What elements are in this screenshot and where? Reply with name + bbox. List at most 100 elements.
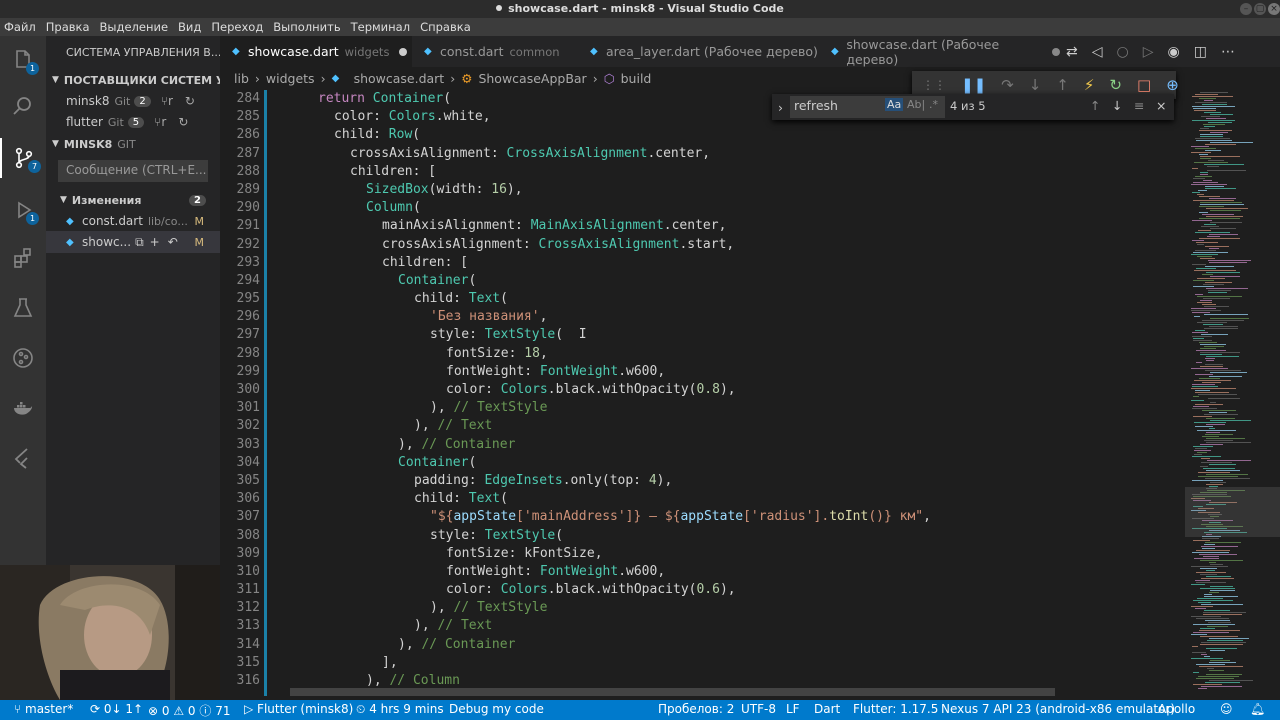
code-line[interactable]: color: Colors.black.withOpacity(0.6),: [270, 581, 1185, 599]
menu-file[interactable]: Файл: [4, 20, 36, 34]
regex-toggle[interactable]: .*: [929, 98, 938, 111]
open-changes-icon[interactable]: ⇄: [1066, 44, 1078, 60]
source-control-icon[interactable]: 7: [0, 138, 46, 178]
code-line[interactable]: children: [: [270, 254, 1185, 272]
breadcrumb-file[interactable]: showcase.dart: [354, 71, 445, 86]
changes-group[interactable]: ▼ Изменения 2: [46, 189, 220, 211]
branch-indicator[interactable]: ⑂ master*: [14, 702, 73, 716]
time-tracker[interactable]: ⏲ 4 hrs 9 mins: [356, 702, 444, 717]
horizontal-scrollbar[interactable]: [290, 688, 1055, 696]
menu-selection[interactable]: Выделение: [100, 20, 169, 34]
breadcrumb-method[interactable]: build: [621, 71, 652, 86]
code-line[interactable]: crossAxisAlignment: CrossAxisAlignment.c…: [270, 145, 1185, 163]
minimap[interactable]: [1185, 90, 1280, 696]
code-line[interactable]: child: Text(: [270, 290, 1185, 308]
menu-view[interactable]: Вид: [178, 20, 201, 34]
toggle-icon[interactable]: ○: [1117, 44, 1129, 60]
code-line[interactable]: Container(: [270, 454, 1185, 472]
tab-showcase-diff[interactable]: ◆ showcase.dart (Рабочее дерево): [819, 36, 1060, 67]
match-case-toggle[interactable]: Aa: [885, 98, 904, 111]
end-of-line[interactable]: LF: [786, 702, 800, 716]
docker-icon[interactable]: [0, 388, 46, 428]
code-line[interactable]: ), // TextStyle: [270, 399, 1185, 417]
split-editor-icon[interactable]: ◫: [1194, 44, 1207, 60]
step-over-icon[interactable]: ↷: [1001, 76, 1014, 94]
code-line[interactable]: ), // Container: [270, 636, 1185, 654]
provider-flutter[interactable]: flutter Git 5 ⑂r ↻: [46, 111, 220, 133]
code-line[interactable]: Container(: [270, 272, 1185, 290]
providers-section-header[interactable]: ▼ ПОСТАВЩИКИ СИСТЕМ УП...: [46, 69, 220, 91]
tab-showcase-dart[interactable]: ◆ showcase.dart widgets: [220, 36, 412, 67]
indentation[interactable]: Пробелов: 2: [658, 702, 734, 716]
code-line[interactable]: "${appState['mainAddress']} – ${appState…: [270, 508, 1185, 526]
next-match-icon[interactable]: ↓: [1112, 98, 1122, 113]
testing-icon[interactable]: [0, 288, 46, 328]
code-line[interactable]: style: TextStyle(: [270, 527, 1185, 545]
debug-mode[interactable]: Debug my code: [449, 702, 544, 716]
open-file-icon[interactable]: ⧉: [135, 235, 144, 250]
repo-section-header[interactable]: ▼ MINSK8 GIT: [46, 133, 220, 155]
stage-icon[interactable]: +: [150, 235, 160, 249]
previous-match-icon[interactable]: ↑: [1090, 98, 1100, 113]
search-icon[interactable]: [0, 86, 46, 126]
code-line[interactable]: SizedBox(width: 16),: [270, 181, 1185, 199]
run-debug-icon[interactable]: 1: [0, 190, 46, 230]
change-item[interactable]: ◆ const.dart lib/co... M: [46, 210, 220, 232]
menu-go[interactable]: Переход: [211, 20, 263, 34]
minimap-slider[interactable]: [1185, 487, 1280, 537]
code-line[interactable]: children: [: [270, 163, 1185, 181]
code-line[interactable]: ), // Text: [270, 417, 1185, 435]
menu-help[interactable]: Справка: [420, 20, 471, 34]
step-out-icon[interactable]: ↑: [1056, 76, 1069, 94]
flutter-version[interactable]: Flutter: 1.17.5: [853, 702, 938, 716]
apollo-status[interactable]: Apollo: [1158, 702, 1195, 716]
code-line[interactable]: mainAxisAlignment: MainAxisAlignment.cen…: [270, 217, 1185, 235]
code-line[interactable]: Column(: [270, 199, 1185, 217]
code-line[interactable]: fontWeight: FontWeight.w600,: [270, 363, 1185, 381]
code-line[interactable]: 'Без названия',: [270, 308, 1185, 326]
find-in-selection-icon[interactable]: ≡: [1134, 98, 1144, 113]
menu-run[interactable]: Выполнить: [273, 20, 340, 34]
git-graph-icon[interactable]: [0, 338, 46, 378]
inspect-icon[interactable]: ⊕: [1166, 76, 1179, 94]
tab-area-layer-diff[interactable]: ◆ area_layer.dart (Рабочее дерево): [578, 36, 819, 67]
code-line[interactable]: ],: [270, 654, 1185, 672]
breadcrumb-widgets[interactable]: widgets: [266, 71, 315, 86]
code-line[interactable]: fontSize: kFontSize,: [270, 545, 1185, 563]
tab-const-dart[interactable]: ◆ const.dart common: [412, 36, 578, 67]
breadcrumb-lib[interactable]: lib: [234, 71, 249, 86]
provider-minsk8[interactable]: minsk8 Git 2 ⑂r ↻: [46, 90, 220, 112]
maximize-button[interactable]: ▢: [1254, 3, 1266, 15]
minimize-button[interactable]: –: [1240, 3, 1252, 15]
code-line[interactable]: color: Colors.black.withOpacity(0.8),: [270, 381, 1185, 399]
discard-icon[interactable]: ↶: [168, 235, 178, 249]
branch-icon[interactable]: ⑂r: [154, 115, 166, 129]
whole-word-toggle[interactable]: Ab|: [907, 98, 925, 111]
explorer-icon[interactable]: 1: [0, 40, 46, 80]
refresh-icon[interactable]: ↻: [185, 94, 195, 108]
more-actions-icon[interactable]: ⋯: [1221, 44, 1235, 60]
close-find-icon[interactable]: ×: [1156, 98, 1166, 113]
drag-handle-icon[interactable]: ⋮⋮: [922, 78, 946, 92]
step-into-icon[interactable]: ↓: [1029, 76, 1042, 94]
go-back-icon[interactable]: ◁: [1092, 44, 1103, 60]
pause-icon[interactable]: ❚❚: [961, 76, 986, 94]
code-line[interactable]: ), // TextStyle: [270, 599, 1185, 617]
code-line[interactable]: padding: EdgeInsets.only(top: 4),: [270, 472, 1185, 490]
menu-terminal[interactable]: Терминал: [351, 20, 410, 34]
language-mode[interactable]: Dart: [814, 702, 840, 716]
feedback-icon[interactable]: ☺: [1220, 702, 1233, 716]
device-selector[interactable]: Nexus 7 API 23 (android-x86 emulator): [941, 702, 1175, 716]
close-button[interactable]: ×: [1268, 3, 1280, 15]
branch-icon[interactable]: ⑂r: [161, 94, 173, 108]
code-line[interactable]: fontSize: 18,: [270, 345, 1185, 363]
menu-edit[interactable]: Правка: [46, 20, 90, 34]
encoding[interactable]: UTF-8: [741, 702, 776, 716]
stop-icon[interactable]: □: [1137, 76, 1151, 94]
code-line[interactable]: style: TextStyle( I: [270, 326, 1185, 344]
flutter-run-indicator[interactable]: ▷ Flutter (minsk8): [244, 702, 353, 716]
refresh-icon[interactable]: ↻: [178, 115, 188, 129]
code-editor[interactable]: return Container(color: Colors.white, chi…: [270, 90, 1185, 696]
notifications-icon[interactable]: 🔔︎: [1250, 702, 1265, 716]
restart-icon[interactable]: ↻: [1109, 76, 1122, 94]
